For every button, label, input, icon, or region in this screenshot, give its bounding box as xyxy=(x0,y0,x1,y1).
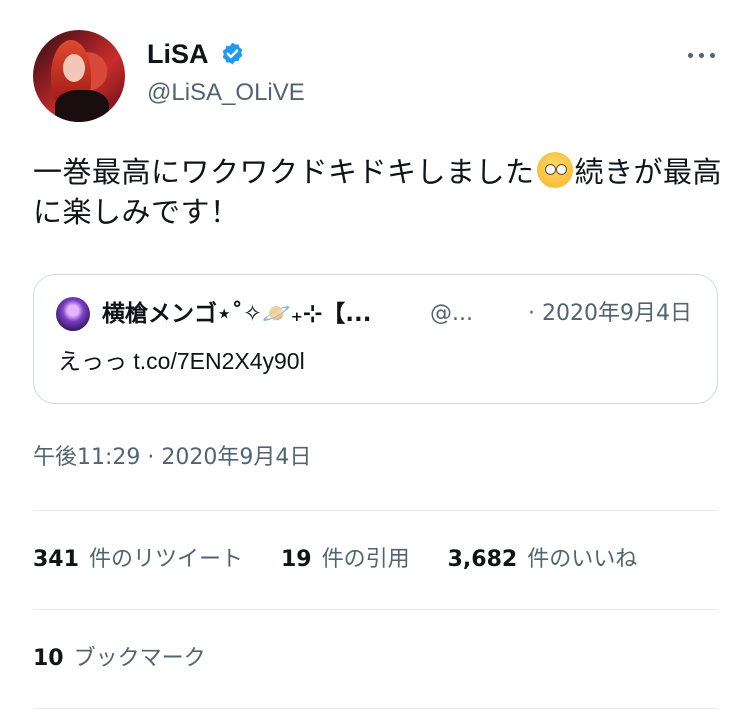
more-options-icon[interactable] xyxy=(684,43,718,67)
quoted-tweet-date: · 2020年9月4日 xyxy=(528,301,692,326)
author-display-name[interactable]: LiSA xyxy=(147,38,209,70)
likes-stat[interactable]: 3,682 件のいいね xyxy=(448,543,638,577)
author-handle[interactable]: @LiSA_OLiVE xyxy=(147,78,305,108)
quote-count: 19 xyxy=(280,547,312,572)
author-avatar[interactable] xyxy=(33,30,125,122)
quote-label: 件の引用 xyxy=(321,547,410,572)
divider xyxy=(33,708,718,709)
retweet-label: 件のリツイート xyxy=(88,547,243,572)
like-count: 3,682 xyxy=(447,547,518,572)
tweet-timestamp[interactable]: 午後11:29 · 2020年9月4日 xyxy=(33,442,311,474)
engagement-stats: 341 件のリツイート 19 件の引用 3,682 件のいいね xyxy=(33,543,675,577)
tweet-text-part-1: 一巻最高にワクワクドキドキしました xyxy=(33,155,535,189)
like-label: 件のいいね xyxy=(527,547,638,572)
quoted-author-handle: @... xyxy=(430,301,473,326)
bookmark-count: 10 xyxy=(33,646,64,671)
tweet-body: 一巻最高にワクワクドキドキしました 続きが最高に楽しみです！ xyxy=(33,152,723,232)
divider xyxy=(33,609,718,610)
quoted-tweet-text: えっっ t.co/7EN2X4y90l xyxy=(58,348,305,374)
verified-badge-icon xyxy=(222,42,243,65)
bookmark-label: ブックマーク xyxy=(73,646,206,671)
quotes-stat[interactable]: 19 件の引用 xyxy=(281,543,410,577)
quoted-tweet-card[interactable]: 横槍メンゴ⋆˚✧🪐₊⊹【... @... · 2020年9月4日 えっっ t.c… xyxy=(33,274,718,404)
avatar-face-shape xyxy=(63,54,85,82)
retweets-stat[interactable]: 341 件のリツイート xyxy=(33,543,243,577)
retweet-count: 341 xyxy=(33,547,79,572)
quoted-author-name: 横槍メンゴ⋆˚✧🪐₊⊹【... xyxy=(102,301,372,327)
divider xyxy=(33,510,718,511)
bookmarks-stat[interactable]: 10 ブックマーク xyxy=(33,642,206,676)
avatar-shoulder-shape xyxy=(55,90,109,122)
quoted-author-avatar xyxy=(56,297,90,331)
pleading-face-emoji-icon xyxy=(536,152,573,188)
